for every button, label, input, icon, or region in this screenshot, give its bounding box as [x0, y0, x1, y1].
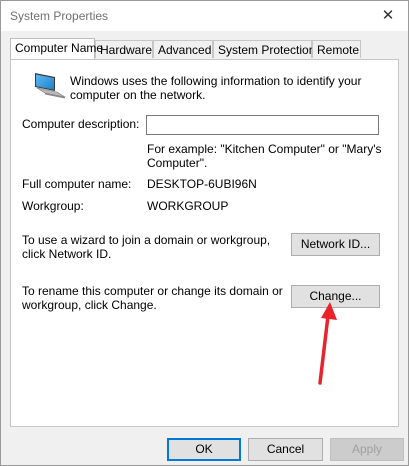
- cancel-button[interactable]: Cancel: [248, 438, 323, 461]
- tab-computer-name[interactable]: Computer Name: [10, 38, 103, 59]
- tab-hardware[interactable]: Hardware: [95, 40, 153, 58]
- tab-remote[interactable]: Remote: [312, 40, 361, 58]
- change-button[interactable]: Change...: [291, 285, 380, 308]
- workgroup-value: WORKGROUP: [147, 199, 229, 213]
- title-bar: System Properties ✕: [1, 1, 408, 31]
- description-example-text: For example: "Kitchen Computer" or "Mary…: [147, 142, 382, 170]
- computer-description-input[interactable]: [146, 115, 379, 135]
- ok-button[interactable]: OK: [167, 438, 241, 461]
- rename-text: To rename this computer or change its do…: [22, 284, 283, 312]
- computer-name-panel: Windows uses the following information t…: [10, 59, 399, 427]
- tab-system-protection[interactable]: System Protection: [213, 40, 315, 58]
- system-properties-window: System Properties ✕ Computer Name Hardwa…: [0, 0, 409, 466]
- intro-text: Windows uses the following information t…: [70, 74, 362, 102]
- apply-button[interactable]: Apply: [330, 438, 404, 461]
- window-title: System Properties: [10, 9, 109, 23]
- close-icon[interactable]: ✕: [368, 1, 408, 31]
- network-id-button[interactable]: Network ID...: [291, 233, 380, 256]
- tab-advanced[interactable]: Advanced: [153, 40, 213, 58]
- full-computer-name-value: DESKTOP-6UBI96N: [147, 177, 257, 191]
- computer-icon: [35, 73, 66, 99]
- network-id-text: To use a wizard to join a domain or work…: [22, 233, 271, 261]
- workgroup-label: Workgroup:: [22, 199, 84, 213]
- computer-description-label: Computer description:: [22, 117, 140, 131]
- full-computer-name-label: Full computer name:: [22, 177, 132, 191]
